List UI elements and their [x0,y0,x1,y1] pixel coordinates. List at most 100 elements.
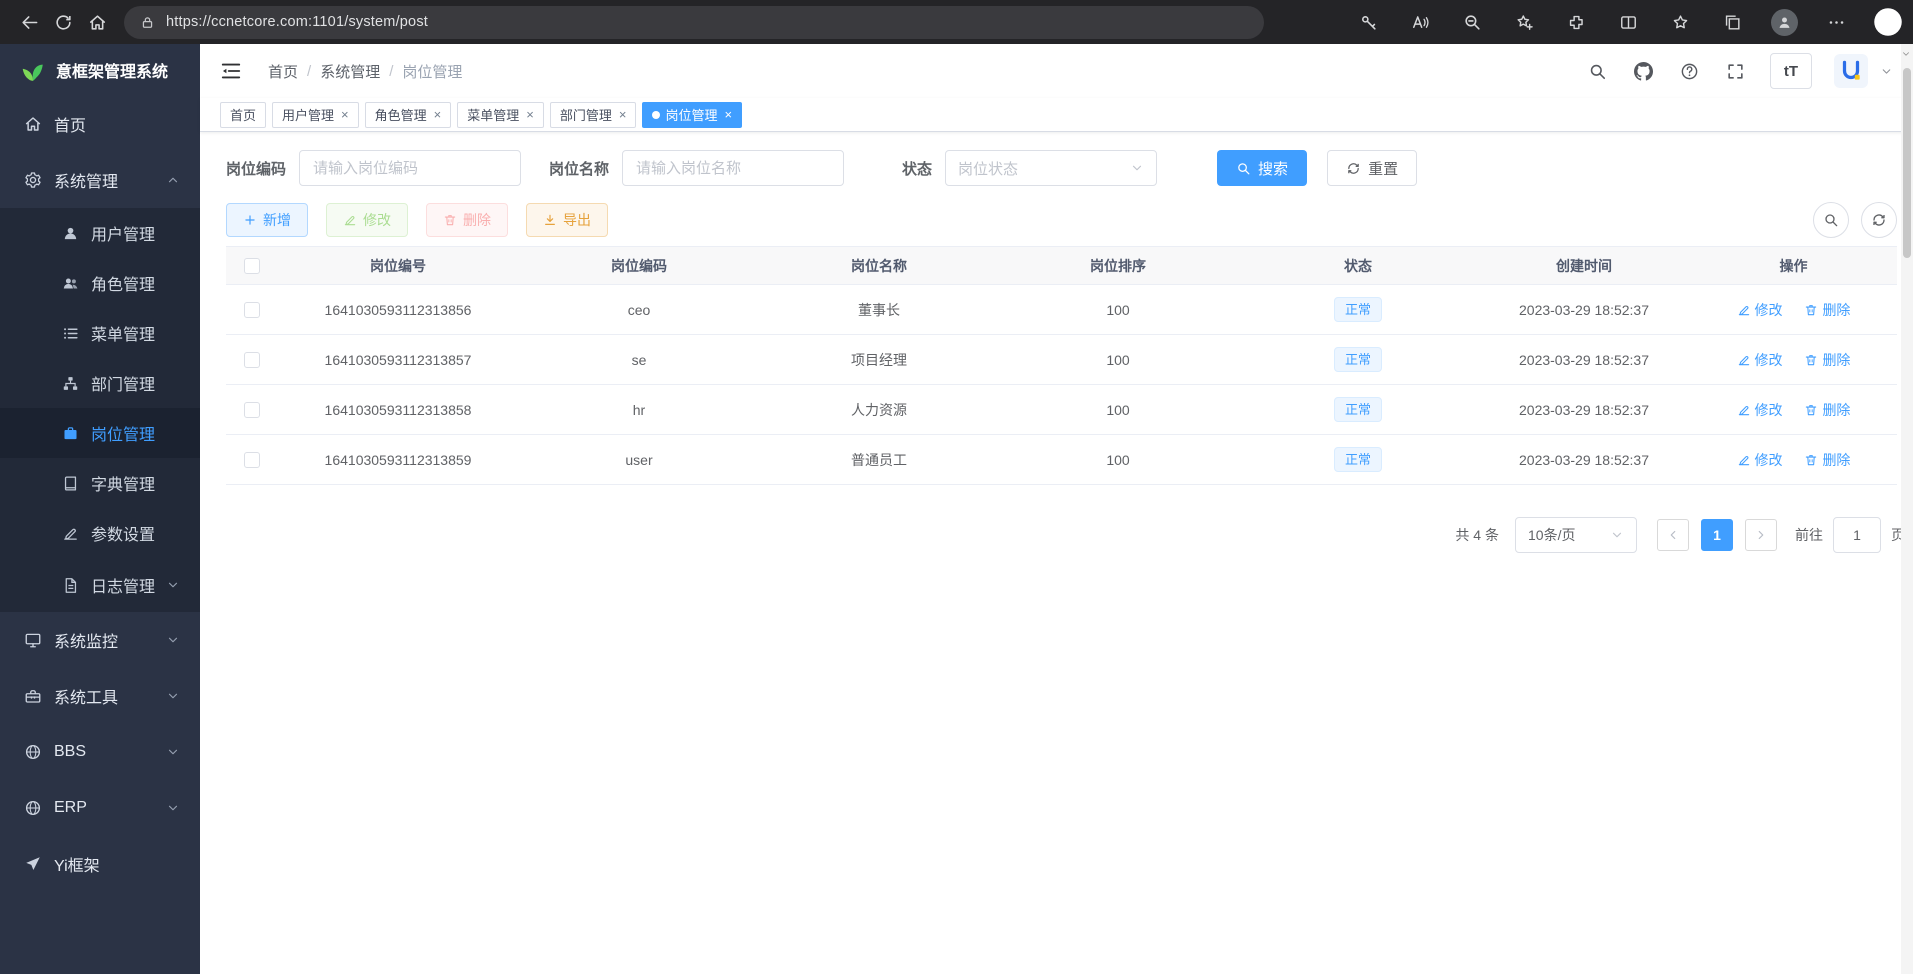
sidebar-item-log-management[interactable]: 日志管理 [0,558,200,612]
help-button[interactable] [1678,59,1702,83]
header-search-button[interactable] [1586,59,1610,83]
page-size-select[interactable]: 10条/页 [1515,517,1637,553]
sidebar-item-role-management[interactable]: 角色管理 [0,258,200,308]
breadcrumb-item-home[interactable]: 首页 [268,61,298,82]
post-name-input[interactable] [622,150,844,186]
site-security-lock-icon[interactable] [140,15,155,30]
scrollbar[interactable] [1901,44,1913,974]
reset-button[interactable]: 重置 [1327,150,1417,186]
extensions-button[interactable] [1559,5,1593,39]
add-button[interactable]: 新增 [226,203,308,237]
sidebar-item-user-management[interactable]: 用户管理 [0,208,200,258]
row-checkbox[interactable] [244,452,260,468]
status-select-placeholder: 岗位状态 [958,158,1018,179]
profile-button[interactable] [1767,5,1801,39]
row-checkbox[interactable] [244,402,260,418]
sidebar-item-system-management[interactable]: 系统管理 [0,152,200,208]
tab-dept-management[interactable]: 部门管理× [550,102,637,128]
toggle-search-button[interactable] [1813,202,1849,238]
fullscreen-button[interactable] [1724,59,1748,83]
select-all-checkbox[interactable] [244,258,260,274]
row-checkbox[interactable] [244,352,260,368]
sidebar-item-yi-framework[interactable]: Yi框架 [0,836,200,892]
address-bar[interactable]: https://ccnetcore.com:1101/system/post [124,6,1264,39]
sidebar-item-dict-management[interactable]: 字典管理 [0,458,200,508]
tab-user-management[interactable]: 用户管理× [272,102,359,128]
zoom-button[interactable] [1455,5,1489,39]
row-delete-link[interactable]: 删除 [1804,350,1850,370]
close-icon[interactable]: × [619,108,627,121]
next-page-button[interactable] [1745,519,1777,551]
export-button[interactable]: 导出 [526,203,608,237]
scrollbar-thumb[interactable] [1903,68,1911,258]
briefcase-icon [62,425,79,442]
trash-icon [1804,403,1818,417]
close-icon[interactable]: × [341,108,349,121]
browser-toolbar-right [1351,5,1905,39]
collections-button[interactable] [1715,5,1749,39]
status-select[interactable]: 岗位状态 [945,150,1157,186]
row-edit-link[interactable]: 修改 [1737,300,1783,320]
sidebar-item-post-management[interactable]: 岗位管理 [0,408,200,458]
page-number-button[interactable]: 1 [1701,519,1733,551]
row-edit-link[interactable]: 修改 [1737,450,1783,470]
github-button[interactable] [1632,59,1656,83]
chevron-down-icon [166,633,180,647]
pencil-icon [62,525,79,542]
goto-label: 前往 [1795,525,1823,545]
sidebar-item-bbs[interactable]: BBS [0,724,200,780]
sidebar-item-system-tools[interactable]: 系统工具 [0,668,200,724]
split-screen-icon [1619,13,1638,32]
app-logo[interactable]: 意框架管理系统 [0,44,200,96]
row-delete-link[interactable]: 删除 [1804,450,1850,470]
browser-menu-button[interactable] [1819,5,1853,39]
sidebar-item-system-monitor[interactable]: 系统监控 [0,612,200,668]
copilot-button[interactable] [1871,5,1905,39]
refresh-table-button[interactable] [1861,202,1897,238]
tab-post-management[interactable]: 岗位管理× [642,102,742,128]
scrollbar-arrow-icon[interactable] [1901,49,1911,59]
prev-page-button[interactable] [1657,519,1689,551]
search-button[interactable]: 搜索 [1217,150,1307,186]
monitor-icon [24,631,42,649]
password-key-button[interactable] [1351,5,1385,39]
favorites-button[interactable] [1663,5,1697,39]
sidebar-item-dept-management[interactable]: 部门管理 [0,358,200,408]
sidebar-item-home[interactable]: 首页 [0,96,200,152]
delete-button[interactable]: 删除 [426,203,508,237]
close-icon[interactable]: × [724,108,732,121]
profile-avatar [1771,9,1798,36]
tab-home[interactable]: 首页 [220,102,266,128]
close-icon[interactable]: × [434,108,442,121]
goto-page-input[interactable] [1833,517,1881,553]
refresh-button[interactable] [46,5,80,39]
breadcrumb-item-system[interactable]: 系统管理 [320,61,380,82]
tab-role-management[interactable]: 角色管理× [365,102,452,128]
chevron-down-icon [1610,528,1624,542]
cell-post-name: 董事长 [760,285,998,335]
sidebar-item-label: 系统管理 [54,168,118,192]
row-delete-link[interactable]: 删除 [1804,400,1850,420]
sidebar-item-param-settings[interactable]: 参数设置 [0,508,200,558]
row-checkbox[interactable] [244,302,260,318]
fullscreen-icon [1726,62,1745,81]
row-edit-link[interactable]: 修改 [1737,400,1783,420]
split-screen-button[interactable] [1611,5,1645,39]
close-icon[interactable]: × [526,108,534,121]
row-edit-link[interactable]: 修改 [1737,350,1783,370]
user-avatar[interactable] [1834,54,1868,88]
sidebar-toggle-button[interactable] [220,58,246,84]
sidebar-item-menu-management[interactable]: 菜单管理 [0,308,200,358]
edit-button[interactable]: 修改 [326,203,408,237]
back-button[interactable] [12,5,46,39]
user-menu-caret-icon[interactable] [1880,65,1893,78]
row-delete-link[interactable]: 删除 [1804,300,1850,320]
tab-menu-management[interactable]: 菜单管理× [457,102,544,128]
add-favorite-button[interactable] [1507,5,1541,39]
sidebar-item-erp[interactable]: ERP [0,780,200,836]
read-aloud-button[interactable] [1403,5,1437,39]
status-badge: 正常 [1334,297,1382,322]
browser-home-button[interactable] [80,5,114,39]
font-size-button[interactable]: tT [1770,53,1812,89]
post-code-input[interactable] [299,150,521,186]
